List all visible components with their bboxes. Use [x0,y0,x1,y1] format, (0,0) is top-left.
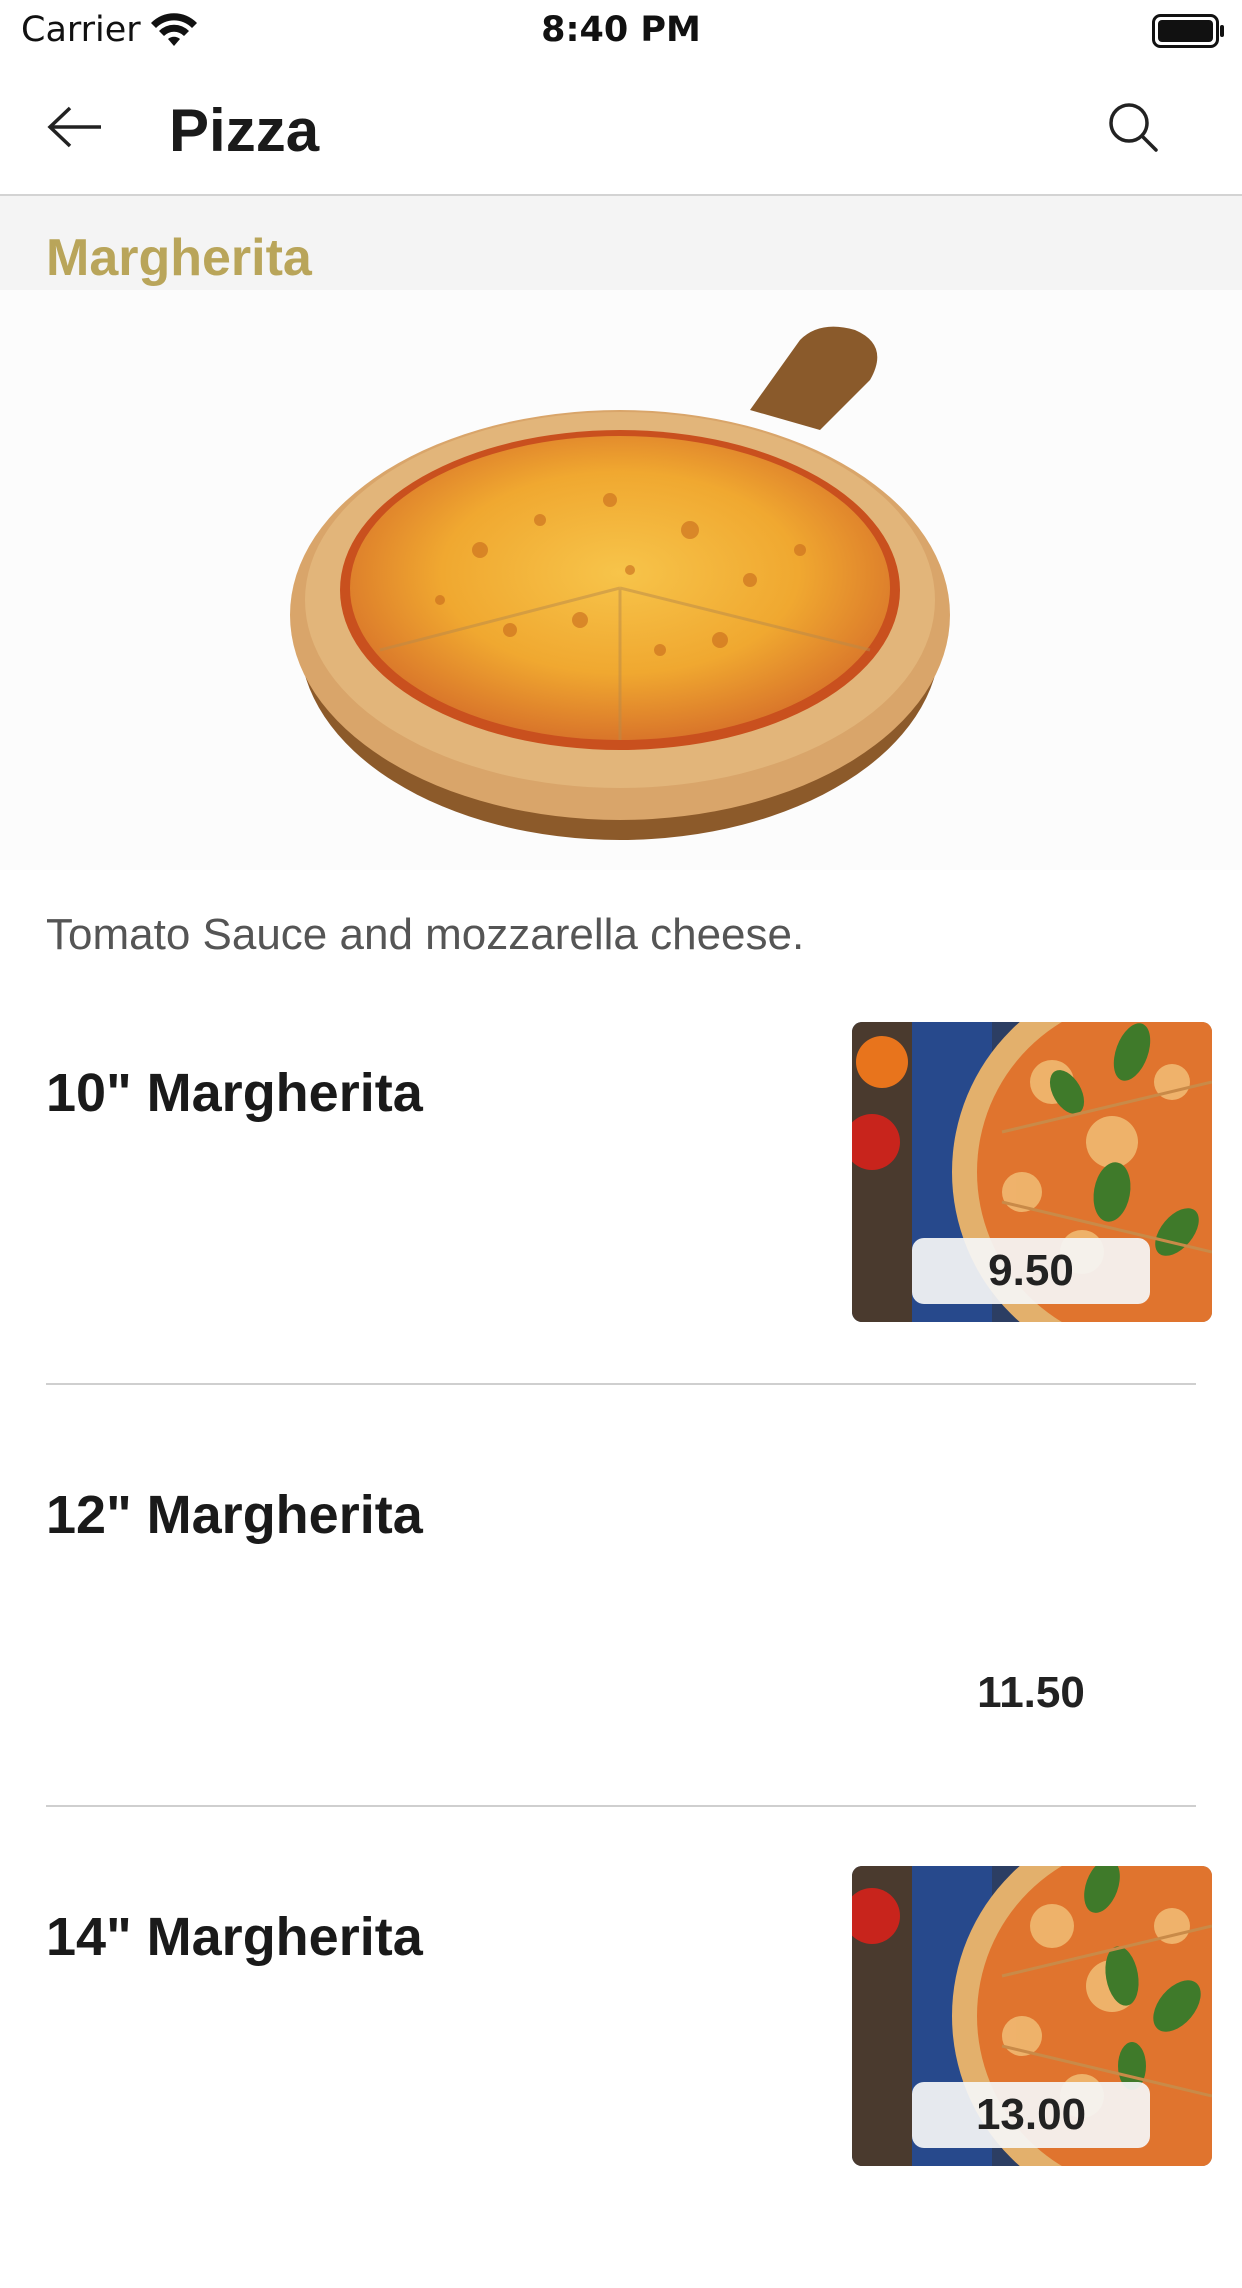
menu-item[interactable]: 14" Margherita 13.00 [0,1866,1242,2288]
search-button[interactable] [1098,92,1168,162]
item-divider [46,1805,1196,1807]
category-description: Tomato Sauce and mozzarella cheese. [46,910,805,959]
category-title: Margherita [46,229,312,287]
item-name: 12" Margherita [46,1485,423,1545]
status-bar: Carrier 8:40 PM [0,0,1242,62]
status-time: 8:40 PM [541,10,701,50]
pizza-on-board-image [290,326,950,840]
navigation-bar: Pizza [0,62,1242,196]
menu-item[interactable]: 12" Margherita 11.50 [0,1444,1242,1866]
item-divider [46,1383,1196,1385]
item-thumbnail: 9.50 [852,1022,1212,1322]
item-price: 9.50 [912,1238,1150,1304]
item-name: 10" Margherita [46,1063,423,1123]
menu-item[interactable]: 10" Margherita 9.50 [0,1022,1242,1444]
category-header: Margherita [0,196,1242,290]
back-button[interactable] [40,94,110,160]
hero-image [0,290,1242,870]
item-price: 11.50 [977,1668,1085,1717]
page-title: Pizza [169,97,320,164]
item-name: 14" Margherita [46,1907,423,1967]
battery-icon [1152,14,1224,48]
item-price: 13.00 [912,2082,1150,2148]
search-icon [1109,103,1158,152]
item-thumbnail: 13.00 [852,1866,1212,2166]
arrow-left-icon [47,106,101,148]
